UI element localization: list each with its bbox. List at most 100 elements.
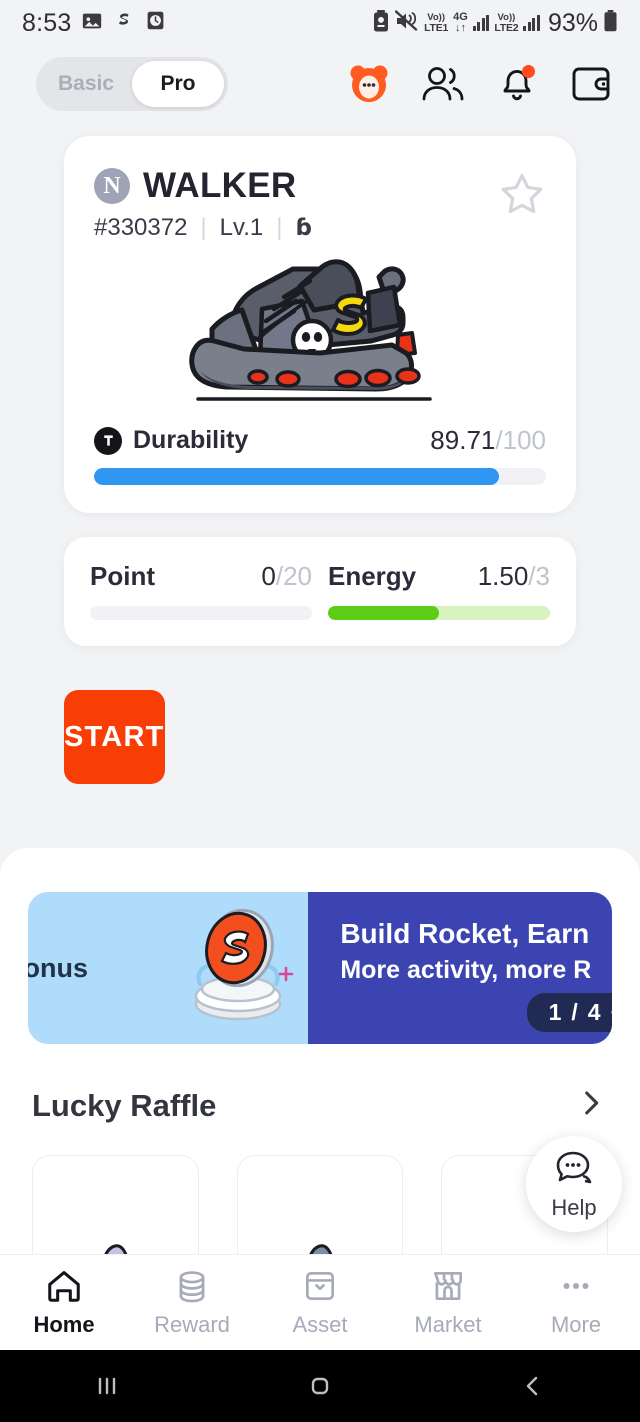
shoe-illustration bbox=[94, 244, 546, 419]
nav-label-reward: Reward bbox=[154, 1312, 230, 1337]
chat-bubble-icon bbox=[552, 1148, 596, 1193]
banner-pager[interactable]: 1 / 4 + bbox=[526, 993, 612, 1032]
lucky-raffle-title: Lucky Raffle bbox=[32, 1087, 217, 1123]
durability-value: 89.71/100 bbox=[430, 425, 546, 456]
nav-label-market: Market bbox=[414, 1312, 482, 1337]
banner-title: Build Rocket, Earn bbox=[340, 918, 590, 949]
android-nav-bar bbox=[0, 1350, 640, 1422]
pager-divider: / bbox=[571, 999, 578, 1025]
signal-bars-icon-2 bbox=[523, 15, 540, 31]
status-bar-left: 8:53 bbox=[22, 9, 166, 38]
energy-current: 1.50 bbox=[477, 561, 529, 591]
point-label: Point bbox=[90, 561, 155, 591]
nav-label-home: Home bbox=[33, 1312, 95, 1337]
toggle-option-basic[interactable]: Basic bbox=[40, 61, 132, 107]
durability-bar-fill bbox=[94, 468, 500, 485]
home-icon[interactable] bbox=[213, 1371, 426, 1401]
energy-value: 1.50/3 bbox=[478, 561, 550, 592]
help-label: Help bbox=[551, 1194, 597, 1220]
ellipsis-icon bbox=[563, 1282, 589, 1290]
pager-total: 4 bbox=[587, 999, 601, 1025]
durability-current: 89.71 bbox=[430, 425, 496, 455]
shoe-serial: #330372 bbox=[94, 214, 188, 241]
coins-icon bbox=[179, 1271, 205, 1303]
gallery-icon bbox=[81, 10, 103, 37]
signal-bars-icon bbox=[472, 15, 490, 31]
status-bar: 8:53 Vo)) LTE1 4G ↓↑ Vo)) LTE2 93% bbox=[0, 0, 640, 46]
shoe-title-line: N WALKER bbox=[94, 166, 312, 206]
shoe-title-block: N WALKER #330372 | Lv.1 | ɓ bbox=[94, 166, 312, 242]
clock-icon bbox=[145, 10, 166, 36]
battery-icon bbox=[603, 9, 618, 37]
nav-label-more: More bbox=[550, 1312, 602, 1337]
mute-icon bbox=[394, 9, 419, 37]
nav-item-reward[interactable]: Reward bbox=[128, 1267, 256, 1338]
notification-bell-icon[interactable] bbox=[494, 61, 540, 107]
durability-max: 100 bbox=[502, 425, 546, 455]
energy-max: 3 bbox=[535, 561, 550, 591]
point-current: 0 bbox=[261, 561, 276, 591]
back-icon[interactable] bbox=[427, 1371, 640, 1401]
energy-label: Energy bbox=[328, 561, 417, 591]
nav-label-asset: Asset bbox=[292, 1312, 348, 1337]
meta-divider-2: | bbox=[276, 214, 283, 241]
stats-card: Point 0/20 Energy 1.50/3 bbox=[64, 537, 576, 646]
durability-bar-track bbox=[94, 468, 546, 485]
help-button[interactable]: Help bbox=[526, 1136, 622, 1232]
box-icon bbox=[305, 1271, 335, 1301]
home-icon bbox=[48, 1271, 80, 1302]
store-icon bbox=[433, 1271, 463, 1301]
durability-row: Durability 89.71/100 bbox=[94, 425, 546, 456]
nav-item-home[interactable]: Home bbox=[0, 1267, 128, 1338]
header-icon-group bbox=[346, 61, 614, 107]
pager-plus-icon[interactable]: + bbox=[611, 999, 612, 1026]
recents-icon[interactable] bbox=[0, 1371, 213, 1401]
chevron-right-icon[interactable] bbox=[574, 1086, 608, 1125]
volte1-indicator: Vo)) LTE1 bbox=[424, 12, 449, 34]
banner-subtitle: More activity, more R bbox=[340, 956, 592, 984]
point-stat[interactable]: Point 0/20 bbox=[90, 561, 312, 620]
nav-item-more[interactable]: More bbox=[512, 1267, 640, 1338]
battery-percent: 93% bbox=[547, 8, 598, 37]
shoe-card[interactable]: N WALKER #330372 | Lv.1 | ɓ Durability 8… bbox=[64, 136, 576, 513]
stepn-app-icon bbox=[113, 10, 135, 37]
banner-left-panel[interactable]: Bonus bbox=[28, 892, 309, 1044]
shoe-card-header: N WALKER #330372 | Lv.1 | ɓ bbox=[94, 166, 546, 242]
point-top-row: Point 0/20 bbox=[90, 561, 312, 592]
status-time: 8:53 bbox=[22, 8, 72, 37]
durability-separator: / bbox=[495, 425, 503, 455]
point-bar-track bbox=[90, 606, 312, 620]
mascot-avatar-icon[interactable] bbox=[346, 61, 392, 107]
lucky-raffle-header[interactable]: Lucky Raffle bbox=[32, 1086, 608, 1125]
wallet-icon[interactable] bbox=[568, 61, 614, 107]
promo-banner-carousel[interactable]: Bonus Build Rocket, Earn M bbox=[28, 892, 612, 1044]
volte2-indicator: Vo)) LTE2 bbox=[494, 12, 519, 34]
point-separator: / bbox=[275, 561, 284, 591]
nav-item-asset[interactable]: Asset bbox=[256, 1267, 384, 1338]
meta-divider-1: | bbox=[200, 214, 207, 241]
shoe-meta-row: #330372 | Lv.1 | ɓ bbox=[94, 214, 312, 242]
start-button[interactable]: START bbox=[64, 690, 165, 784]
toggle-option-pro[interactable]: Pro bbox=[132, 61, 224, 107]
energy-stat[interactable]: Energy 1.50/3 bbox=[328, 561, 550, 620]
shoe-type-glyph-icon: ɓ bbox=[295, 215, 312, 241]
friends-icon[interactable] bbox=[420, 61, 466, 107]
point-max: 20 bbox=[283, 561, 312, 591]
durability-label-group: Durability bbox=[94, 426, 248, 455]
favorite-star-icon[interactable] bbox=[498, 166, 546, 223]
energy-bar-track bbox=[328, 606, 550, 620]
energy-top-row: Energy 1.50/3 bbox=[328, 561, 550, 592]
banner-bonus-text: Bonus bbox=[28, 952, 88, 983]
app-header: Basic Pro bbox=[0, 46, 640, 122]
notification-dot bbox=[522, 65, 535, 78]
mode-toggle[interactable]: Basic Pro bbox=[36, 57, 228, 111]
data-network-indicator: 4G ↓↑ bbox=[453, 11, 468, 34]
bottom-nav: Home Reward Asset Market More bbox=[0, 1254, 640, 1350]
nav-item-market[interactable]: Market bbox=[384, 1267, 512, 1338]
energy-separator: / bbox=[528, 561, 536, 591]
phone-screen: 8:53 Vo)) LTE1 4G ↓↑ Vo)) LTE2 93% Basic… bbox=[0, 0, 640, 1422]
battery-saver-icon bbox=[372, 9, 390, 37]
banner-right-panel[interactable]: Build Rocket, Earn More activity, more R… bbox=[308, 892, 612, 1044]
rarity-badge-icon: N bbox=[94, 168, 130, 204]
coin-illustration bbox=[178, 904, 308, 1037]
